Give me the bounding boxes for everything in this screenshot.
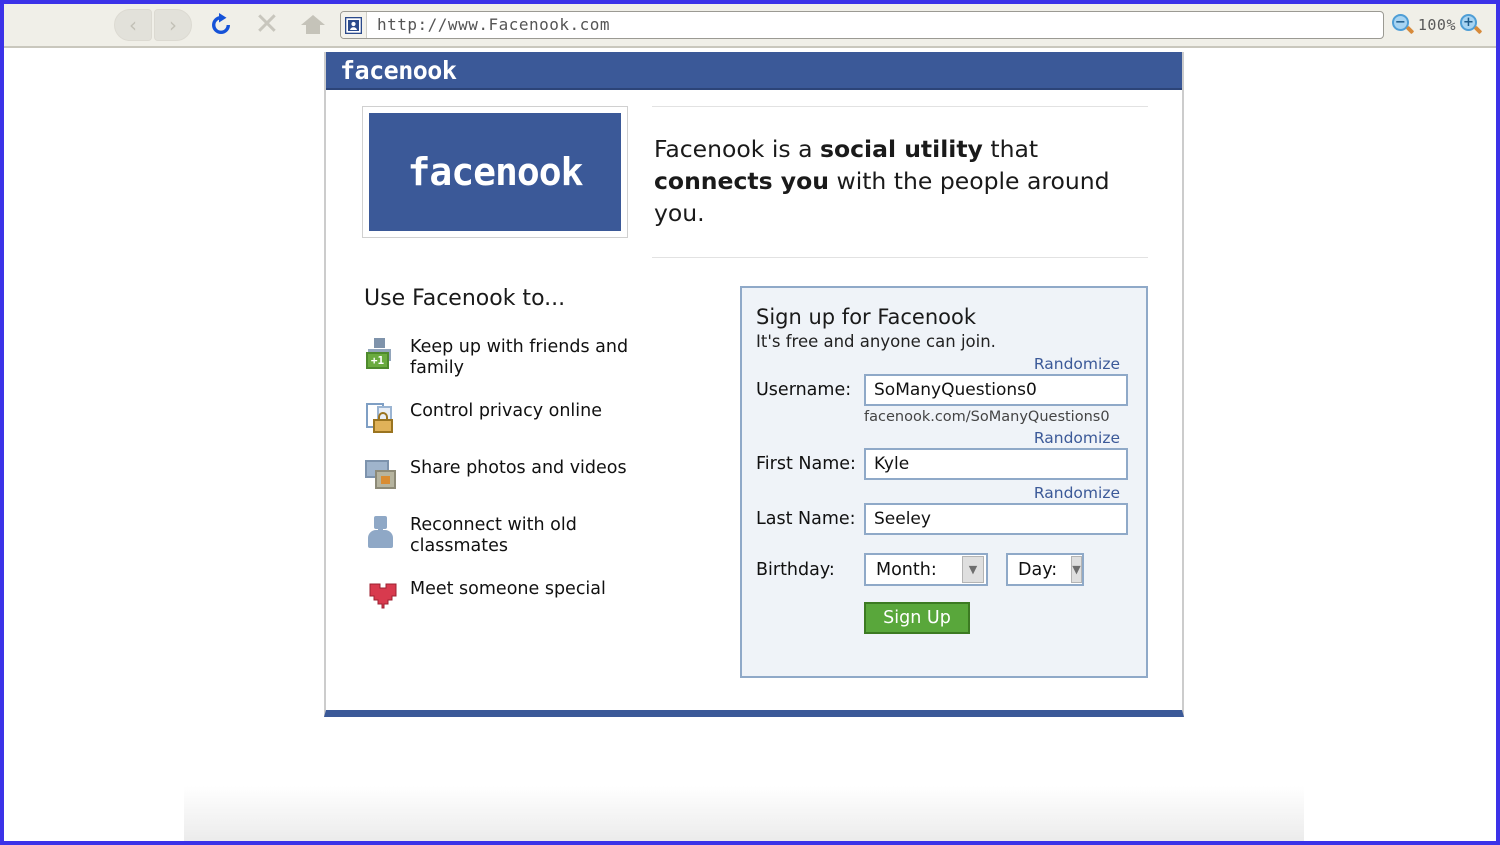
first-name-input[interactable] [864, 448, 1128, 480]
forward-button[interactable]: › [154, 9, 192, 41]
username-label: Username: [756, 380, 852, 400]
person-icon-torso [368, 530, 393, 548]
birthday-day-select[interactable]: Day: ▼ [1006, 553, 1084, 586]
last-name-input[interactable] [864, 503, 1128, 535]
address-bar[interactable]: http://www.Facenook.com [340, 11, 1384, 39]
divider-bottom [652, 257, 1148, 258]
logo-box-text: facenook [407, 150, 583, 194]
friends-icon-badge: +1 [366, 352, 389, 369]
birthday-row: Birthday: Month: ▼ Day: ▼ [756, 553, 1128, 586]
heart-icon [364, 580, 410, 614]
stop-button[interactable]: ✕ [250, 8, 284, 42]
friends-icon-head [374, 338, 385, 348]
signup-title: Sign up for Facenook [756, 305, 976, 329]
feature-label: Share photos and videos [410, 458, 627, 478]
feature-item-special: Meet someone special [364, 579, 714, 614]
site-header: facenook [326, 52, 1182, 90]
logo-box-inner: facenook [369, 113, 621, 231]
feature-label: Meet someone special [410, 579, 606, 599]
username-input[interactable] [864, 374, 1128, 406]
reload-button[interactable] [204, 8, 238, 42]
feature-item-privacy: Control privacy online [364, 401, 714, 436]
tagline-part-1: Facenook is a [654, 135, 820, 163]
feature-item-photos: Share photos and videos [364, 458, 714, 493]
home-button[interactable] [296, 8, 330, 42]
first-name-label: First Name: [756, 454, 856, 474]
chevron-down-icon: ▼ [962, 556, 984, 583]
birthday-month-select[interactable]: Month: ▼ [864, 553, 988, 586]
back-button[interactable]: ‹ [114, 9, 152, 41]
photo-thumbnail-icon [381, 476, 390, 484]
logo-box: facenook [362, 106, 628, 238]
url-text[interactable]: http://www.Facenook.com [367, 12, 1383, 38]
birthday-day-value: Day: [1018, 559, 1058, 580]
magnifier-handle [1473, 25, 1483, 35]
features-title: Use Facenook to... [364, 286, 566, 311]
username-row: Username: [756, 374, 1128, 406]
tagline-column: Facenook is a social utility that connec… [652, 106, 1148, 258]
feature-item-friends: +1 Keep up with friends and family [364, 337, 714, 379]
features-column: Use Facenook to... +1 Keep up with frien… [362, 286, 714, 678]
first-name-row: First Name: [756, 448, 1128, 480]
forward-arrow-icon: › [169, 13, 177, 37]
reload-icon [208, 12, 234, 38]
navigation-buttons: ‹ › [114, 9, 192, 41]
lower-row: Use Facenook to... +1 Keep up with frien… [362, 286, 1148, 678]
person-icon [364, 516, 410, 550]
back-arrow-icon: ‹ [129, 13, 137, 37]
hero-row: facenook Facenook is a social utility th… [362, 106, 1148, 258]
signup-panel: Sign up for Facenook It's free and anyon… [740, 286, 1148, 678]
birthday-month-value: Month: [876, 559, 937, 580]
chevron-down-icon: ▼ [1071, 556, 1082, 583]
magnifier-handle [1405, 25, 1415, 35]
feature-item-classmates: Reconnect with old classmates [364, 515, 714, 557]
username-url-hint: facenook.com/SoManyQuestions0 [864, 409, 1110, 425]
tagline-part-2: that [982, 135, 1039, 163]
last-name-label: Last Name: [756, 509, 856, 529]
tagline-bold-2: connects you [654, 167, 829, 195]
viewport-bottom-gradient [184, 786, 1304, 841]
site-identity-icon[interactable] [341, 12, 367, 38]
zoom-in-button[interactable]: + [1460, 14, 1483, 36]
randomize-username-link[interactable]: Randomize [756, 355, 1128, 373]
home-icon [300, 13, 326, 37]
zoom-out-button[interactable]: − [1391, 14, 1415, 36]
feature-label: Keep up with friends and family [410, 337, 629, 378]
randomize-last-name-link[interactable]: Randomize [756, 484, 1128, 502]
feature-label: Control privacy online [410, 401, 602, 421]
page-viewport: facenook facenook Facenook is a social u… [4, 48, 1496, 841]
birthday-label: Birthday: [756, 559, 835, 580]
padlock-body-icon [373, 419, 393, 433]
browser-toolbar: ‹ › ✕ http://www.Facenook.com − 100% + [4, 4, 1496, 48]
tagline-bold-1: social utility [819, 135, 983, 163]
signup-button[interactable]: Sign Up [864, 602, 970, 634]
feature-label: Reconnect with old classmates [410, 515, 577, 556]
randomize-first-name-link[interactable]: Randomize [756, 429, 1128, 447]
zoom-level-label: 100% [1417, 16, 1456, 34]
friends-icon: +1 [364, 338, 410, 372]
privacy-lock-icon [364, 402, 410, 436]
game-window-frame: ‹ › ✕ http://www.Facenook.com − 100% + f… [0, 0, 1500, 845]
signup-subtitle: It's free and anyone can join. [756, 332, 996, 351]
photos-icon [364, 459, 410, 493]
facenook-page: facenook facenook Facenook is a social u… [324, 52, 1184, 717]
last-name-row: Last Name: [756, 503, 1128, 535]
zoom-controls: − 100% + [1391, 14, 1483, 36]
close-icon: ✕ [254, 7, 280, 42]
site-logo-text[interactable]: facenook [340, 58, 457, 83]
tagline: Facenook is a social utility that connec… [652, 107, 1148, 257]
site-body: facenook Facenook is a social utility th… [326, 90, 1182, 678]
